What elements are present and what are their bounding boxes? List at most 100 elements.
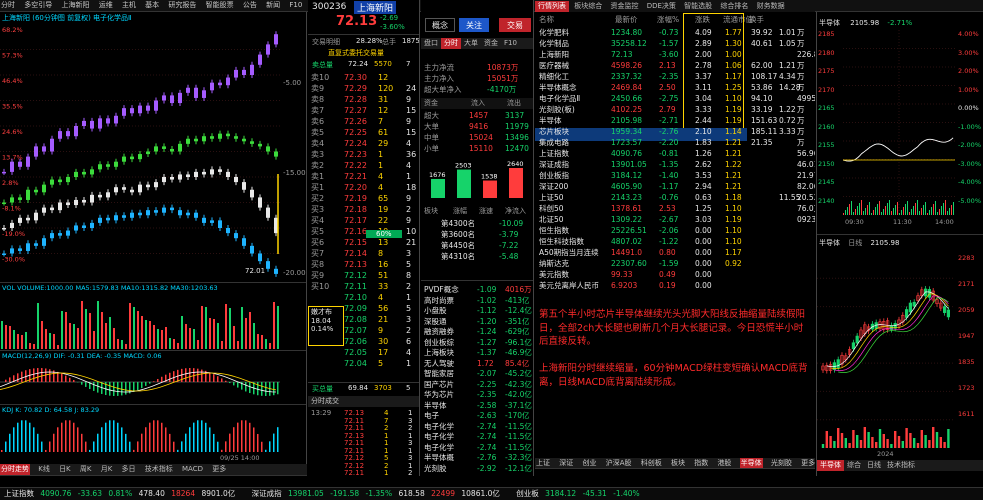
toolbar-item-10[interactable]: F10	[288, 1, 303, 9]
market-row[interactable]: 北证50 1309.22 -2.67 3.03 1.19 0923	[535, 214, 815, 225]
toolbar-item-3[interactable]: 运维	[98, 1, 114, 9]
tab-k[interactable]: K线	[37, 464, 51, 475]
tab-indicators[interactable]: 技术指标	[144, 464, 174, 475]
toolbar-item-2[interactable]: 上海新阳	[60, 1, 90, 9]
order-book-row[interactable]: 买4 72.17 22 9	[308, 215, 419, 226]
order-book-row[interactable]: 卖6 72.26 7 9	[308, 116, 419, 127]
market-row[interactable]: 集成电路 1723.57 -2.20 1.83 1.21 21.35 万	[535, 137, 815, 148]
right-tab-0[interactable]: 行情列表	[535, 1, 569, 12]
order-book-row[interactable]: 买7 72.14 8 3	[308, 248, 419, 259]
sector-row[interactable]: 深股通 -1.20 -351亿	[421, 316, 533, 327]
toolbar-item-4[interactable]: 主机	[121, 1, 137, 9]
right-tab-4[interactable]: 智能选股	[681, 1, 715, 12]
right-tab-6[interactable]: 财务数据	[754, 1, 788, 12]
market-tab-1[interactable]: 深证	[558, 459, 574, 467]
order-book-row[interactable]: 72.04 5 1	[308, 358, 419, 369]
market-tab-2[interactable]: 创业	[581, 459, 597, 467]
price-chart[interactable]: 68.2% 57.3% 46.4% 35.5% 24.6% 13.7% 2.8% -8.1% -…	[0, 24, 280, 279]
quote-tab-2[interactable]: 大单	[461, 38, 481, 49]
market-row[interactable]: 精细化工 2337.32 -2.35 3.37 1.17 108.17 4.34 万	[535, 71, 815, 82]
rank-row[interactable]: 第4300名 -10.09	[421, 218, 533, 229]
toolbar-item-5[interactable]: 基本	[144, 1, 160, 9]
right-bottom-tab-3[interactable]: 技术指标	[884, 460, 918, 471]
order-book-row[interactable]: 买8 72.13 16 5	[308, 259, 419, 270]
toolbar-item-8[interactable]: 公告	[242, 1, 258, 9]
volume-chart[interactable]	[0, 294, 280, 349]
tab-macd[interactable]: MACD	[181, 464, 204, 475]
right-bottom-tab-2[interactable]: 日线	[864, 460, 884, 471]
order-book-row[interactable]: 买3 72.18 19 2	[308, 204, 419, 215]
sector-row[interactable]: 电子化学 -2.74 -11.5亿	[421, 431, 533, 442]
market-row[interactable]: 深证成指 13901.05 -1.35 2.62 1.22 46.01万	[535, 159, 815, 170]
right-bottom-tab-0[interactable]: 半导体	[817, 460, 844, 471]
market-header-0[interactable]: 名称	[539, 14, 554, 25]
sector-row[interactable]: 电子化学 -2.74 -11.5亿	[421, 421, 533, 432]
market-tab-18[interactable]: 光刻胶	[770, 459, 793, 467]
market-tab-4[interactable]: 沪深A股	[605, 459, 633, 467]
right-tab-1[interactable]: 板块综合	[571, 1, 605, 12]
order-book-row[interactable]: 卖7 72.27 12 15	[308, 105, 419, 116]
sector-row[interactable]: 智能家居 -2.07 -45.2亿	[421, 368, 533, 379]
sector-row[interactable]: 国产芯片 -2.25 -42.3亿	[421, 379, 533, 390]
market-tab-7[interactable]: 板块	[670, 459, 686, 467]
order-book-row[interactable]: 卖8 72.28 31 9	[308, 94, 419, 105]
quote-tab-0[interactable]: 盘口	[421, 38, 441, 49]
right-tab-3[interactable]: DDE决策	[644, 1, 679, 12]
market-row[interactable]: 半导体概念 2469.84 2.50 3.11 1.25 53.86 14.28 万	[535, 82, 815, 93]
market-row[interactable]: 深证200 4605.90 -1.17 2.94 1.21 82.06万	[535, 181, 815, 192]
market-row[interactable]: 化学制品 35258.12 -1.57 2.89 1.30 40.61 1.05 万	[535, 38, 815, 49]
market-row[interactable]: 美元指数 99.33 0.49 0.00	[535, 269, 815, 280]
order-book-row[interactable]: 卖3 72.23 1 36	[308, 149, 419, 160]
market-row[interactable]: 光刻胶(板) 4102.25 2.79 3.33 1.19 33.19 1.22 万	[535, 104, 815, 115]
toolbar-item-1[interactable]: 多空引导	[23, 1, 53, 9]
order-book-row[interactable]: 卖4 72.24 29 4	[308, 138, 419, 149]
toolbar-item-7[interactable]: 智能股票	[205, 1, 235, 9]
order-book-row[interactable]: 卖9 72.29 120 24	[308, 83, 419, 94]
market-row[interactable]: 上证502143.23-0.760.631.1811.5520.52万	[535, 192, 815, 203]
market-tab-8[interactable]: 指数	[693, 459, 709, 467]
toolbar-item-6[interactable]: 研究报告	[167, 1, 197, 9]
market-header-1[interactable]: 最新价	[615, 14, 638, 25]
ticks-header[interactable]: 分时成交	[308, 396, 419, 407]
quote-tab-4[interactable]: F10	[501, 38, 520, 49]
concept-button[interactable]: 概念	[425, 18, 455, 32]
order-book-row[interactable]: 卖5 72.25 61 15	[308, 127, 419, 138]
tab-more[interactable]: 更多	[211, 464, 227, 475]
market-tab-9[interactable]: 港股	[716, 459, 732, 467]
market-row[interactable]: 化学肥料 1234.80 -0.73 4.09 1.77 39.92 1.01 万	[535, 27, 815, 38]
order-book-row[interactable]: 买6 72.15 13 21	[308, 237, 419, 248]
market-header-5[interactable]: 换手	[749, 14, 764, 25]
market-row[interactable]: 创业板指 3184.12 -1.40 3.53 1.21 21.97万	[535, 170, 815, 181]
market-row[interactable]: 上海新阳 72.13 -3.60 2.00 1.00 226.8	[535, 49, 815, 60]
tab-multi[interactable]: 多日	[121, 464, 137, 475]
tab-minute[interactable]: 分时走势	[0, 464, 30, 475]
right-tab-2[interactable]: 资金监控	[607, 1, 641, 12]
market-row[interactable]: 半导体 2105.98 -2.71 2.44 1.19 151.63 0.72 万	[535, 115, 815, 126]
right-bottom-tab-1[interactable]: 综合	[844, 460, 864, 471]
market-row[interactable]: 美元兑离岸人民币 6.9203 0.19 0.00	[535, 280, 815, 291]
sector-row[interactable]: 无人驾驶 1.72 85.4亿	[421, 358, 533, 369]
sector-row[interactable]: PVDF概念 -1.09 4016万	[421, 284, 533, 295]
sector-intraday-chart[interactable]	[843, 30, 955, 215]
status-sz-label[interactable]: 深证成指	[252, 489, 282, 498]
status-cy-label[interactable]: 创业板	[516, 489, 539, 498]
sector-row[interactable]: 高时尚票 -1.02 -413亿	[421, 295, 533, 306]
right-mid-tab-0[interactable]: 半导体	[819, 239, 840, 247]
order-book-row[interactable]: 买1 72.20 4 18	[308, 182, 419, 193]
rank-row[interactable]: 第4310名 -5.48	[421, 251, 533, 262]
market-tab-20[interactable]: 更多	[800, 459, 815, 467]
market-row[interactable]: A50期指当月连续 14491.0 0.80 0.00 1.17	[535, 247, 815, 258]
order-book-row[interactable]: 卖1 72.21 4 1	[308, 171, 419, 182]
kdj-chart[interactable]	[0, 416, 280, 452]
market-row[interactable]: 上证指数 4090.76 -0.81 1.26 1.21 56.96万	[535, 148, 815, 159]
sector-row[interactable]: 上海板块 -1.37 -46.9亿	[421, 347, 533, 358]
rank-row[interactable]: 第4450名 -7.22	[421, 240, 533, 251]
rank-row[interactable]: 第3600名 -3.79	[421, 229, 533, 240]
quote-tab-1[interactable]: 分时	[441, 38, 461, 49]
sector-row[interactable]: 半导体概 -2.76 -32.3亿	[421, 452, 533, 463]
market-tab-0[interactable]: 上证	[535, 459, 551, 467]
order-book-row[interactable]: 买9 72.12 51 8	[308, 270, 419, 281]
macd-chart[interactable]	[0, 362, 280, 402]
right-tab-5[interactable]: 综合排名	[717, 1, 751, 12]
sector-row[interactable]: 融资融券 -1.24 -629亿	[421, 326, 533, 337]
